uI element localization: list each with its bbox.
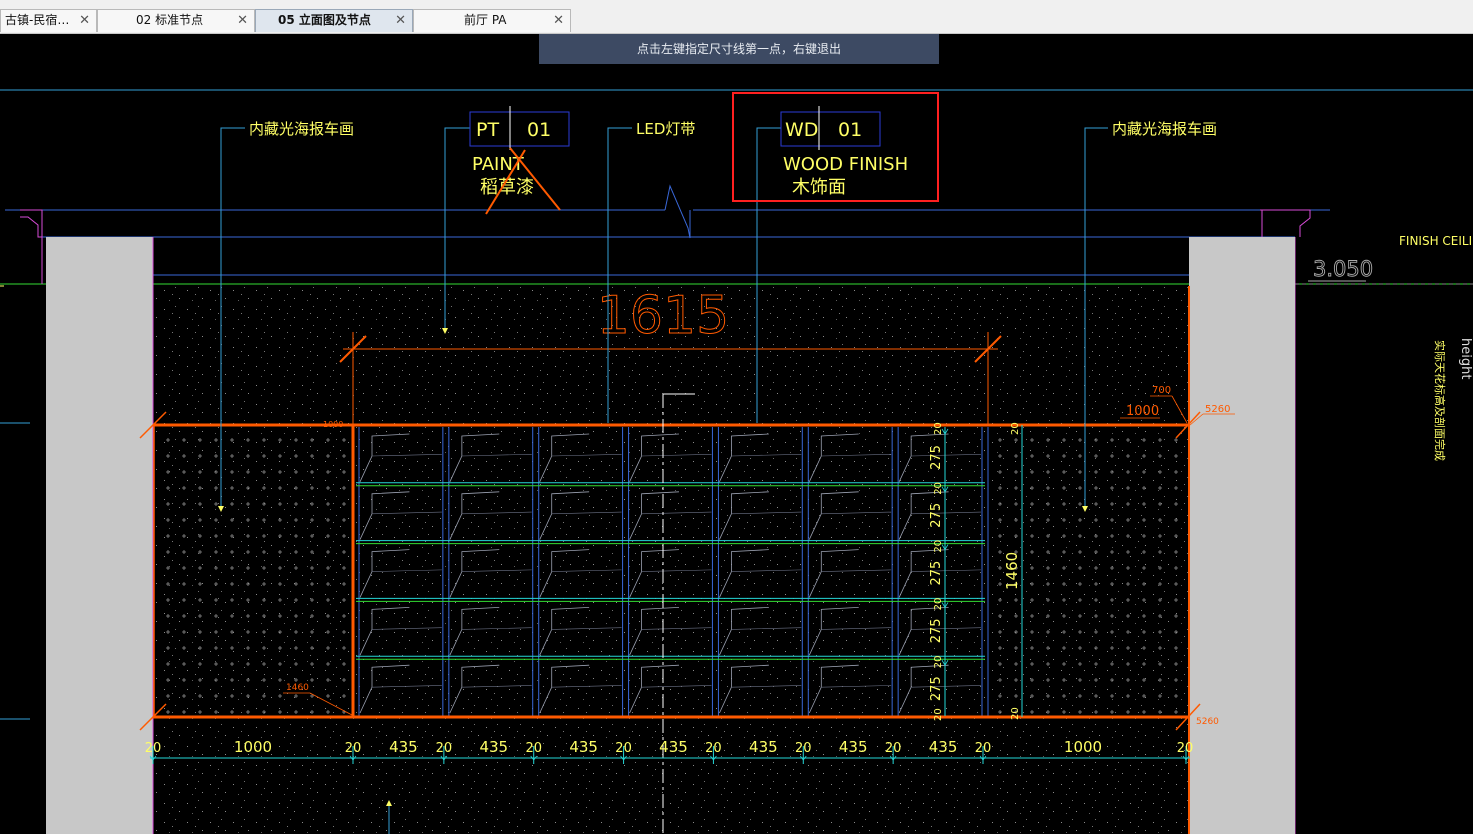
note-hidden-light-poster-right: 内藏光海报车画 bbox=[1112, 120, 1217, 138]
tab-guzhen-minsu[interactable]: 古镇-民宿… ✕ bbox=[0, 9, 97, 32]
document-tab-bar: 古镇-民宿… ✕ 02 标准节点 ✕ 05 立面图及节点 ✕ 前厅 PA ✕ bbox=[0, 0, 1473, 34]
svg-text:1000: 1000 bbox=[323, 420, 343, 429]
bottom-dim-20: 20 bbox=[705, 741, 722, 756]
close-icon[interactable]: ✕ bbox=[79, 10, 90, 31]
paint-tag-code: PT bbox=[476, 119, 499, 141]
finish-ceiling-label: FINISH CEILIN bbox=[1399, 234, 1473, 248]
column-right bbox=[1189, 237, 1295, 834]
svg-text:1460: 1460 bbox=[1003, 552, 1021, 590]
tab-label: 02 标准节点 bbox=[136, 13, 204, 27]
paint-tag-number: 01 bbox=[527, 119, 551, 141]
bottom-dim-value: 435 bbox=[659, 738, 688, 756]
command-prompt-tooltip: 点击左键指定尺寸线第一点，右键退出 bbox=[539, 34, 939, 64]
bottom-dim-20: 20 bbox=[525, 741, 542, 756]
bottom-dim-value: 1000 bbox=[1064, 738, 1102, 756]
bottom-dim-20: 20 bbox=[1177, 741, 1194, 756]
tab-label: 05 立面图及节点 bbox=[278, 13, 371, 27]
close-icon[interactable]: ✕ bbox=[553, 10, 564, 31]
row-dim-20: 20 bbox=[933, 540, 944, 553]
tab-lobby-pa[interactable]: 前厅 PA ✕ bbox=[413, 9, 571, 32]
bottom-dim-20: 20 bbox=[795, 741, 812, 756]
bottom-dim-value: 435 bbox=[839, 738, 868, 756]
bottom-dim-value: 435 bbox=[749, 738, 778, 756]
wood-tag-code: WD bbox=[785, 119, 818, 141]
right-dim-20: 20 bbox=[1010, 707, 1021, 720]
row-dim-20: 20 bbox=[933, 708, 944, 721]
tab-label: 古镇-民宿… bbox=[5, 13, 70, 27]
bottom-dim-value: 435 bbox=[479, 738, 508, 756]
note-led-strip: LED灯带 bbox=[636, 120, 695, 138]
bottom-dim-value: 435 bbox=[569, 738, 598, 756]
row-dim-275: 275 bbox=[929, 503, 944, 528]
row-dim-20: 20 bbox=[933, 422, 944, 435]
wood-tag-number: 01 bbox=[838, 119, 862, 141]
cad-drawing-canvas[interactable]: 1615 内藏光海报车画 LED灯带 内藏光海报车画 PT 01 PAINT 稻… bbox=[0, 33, 1473, 834]
right-dim-20: 20 bbox=[1010, 422, 1021, 435]
bottom-dim-20: 20 bbox=[975, 741, 992, 756]
wood-name-en: WOOD FINISH bbox=[783, 154, 908, 175]
row-dim-275: 275 bbox=[929, 676, 944, 701]
bottom-dim-value: 1000 bbox=[234, 738, 272, 756]
wood-finish-material-tag[interactable]: WD 01 WOOD FINISH 木饰面 bbox=[780, 106, 908, 198]
row-dim-20: 20 bbox=[933, 655, 944, 668]
tab-label: 前厅 PA bbox=[464, 13, 507, 27]
paint-material-tag[interactable]: PT 01 PAINT 稻草漆 bbox=[469, 106, 570, 215]
bottom-dim-value: 435 bbox=[929, 738, 958, 756]
row-dim-275: 275 bbox=[929, 618, 944, 643]
row-dim-275: 275 bbox=[929, 561, 944, 586]
row-dim-275: 275 bbox=[929, 445, 944, 470]
row-dim-20: 20 bbox=[933, 598, 944, 611]
note-hidden-light-poster-left: 内藏光海报车画 bbox=[249, 120, 354, 138]
bottom-dim-20: 20 bbox=[436, 741, 453, 756]
tab-elevation-nodes[interactable]: 05 立面图及节点 ✕ bbox=[255, 9, 413, 32]
row-dim-20: 20 bbox=[933, 482, 944, 495]
tab-standard-nodes[interactable]: 02 标准节点 ✕ bbox=[97, 9, 255, 32]
bottom-dim-20: 20 bbox=[345, 741, 362, 756]
bottom-dim-value: 435 bbox=[389, 738, 418, 756]
break-line bbox=[664, 184, 691, 239]
bottom-dim-20: 20 bbox=[885, 741, 902, 756]
bottom-dim-20: 20 bbox=[145, 741, 162, 756]
dimension-1615: 1615 bbox=[597, 286, 729, 346]
left-poster-panel-hatch bbox=[156, 427, 352, 716]
svg-text:5260: 5260 bbox=[1196, 717, 1219, 727]
grid-markers bbox=[0, 285, 30, 720]
svg-text:1460: 1460 bbox=[286, 683, 309, 693]
vertical-note: 实际天花标高及剖面完成 bbox=[1433, 340, 1447, 461]
svg-text:1000: 1000 bbox=[1126, 404, 1159, 419]
bottom-dim-20: 20 bbox=[615, 741, 632, 756]
close-icon[interactable]: ✕ bbox=[395, 10, 406, 31]
svg-text:700: 700 bbox=[1152, 385, 1171, 396]
close-icon[interactable]: ✕ bbox=[237, 10, 248, 31]
ceiling-level-value: 3.050 bbox=[1313, 257, 1373, 281]
height-label: height bbox=[1458, 338, 1473, 379]
svg-text:5260: 5260 bbox=[1205, 404, 1230, 415]
cornice-left bbox=[20, 209, 43, 284]
column-left bbox=[46, 237, 153, 834]
wood-name-cn: 木饰面 bbox=[792, 177, 846, 198]
